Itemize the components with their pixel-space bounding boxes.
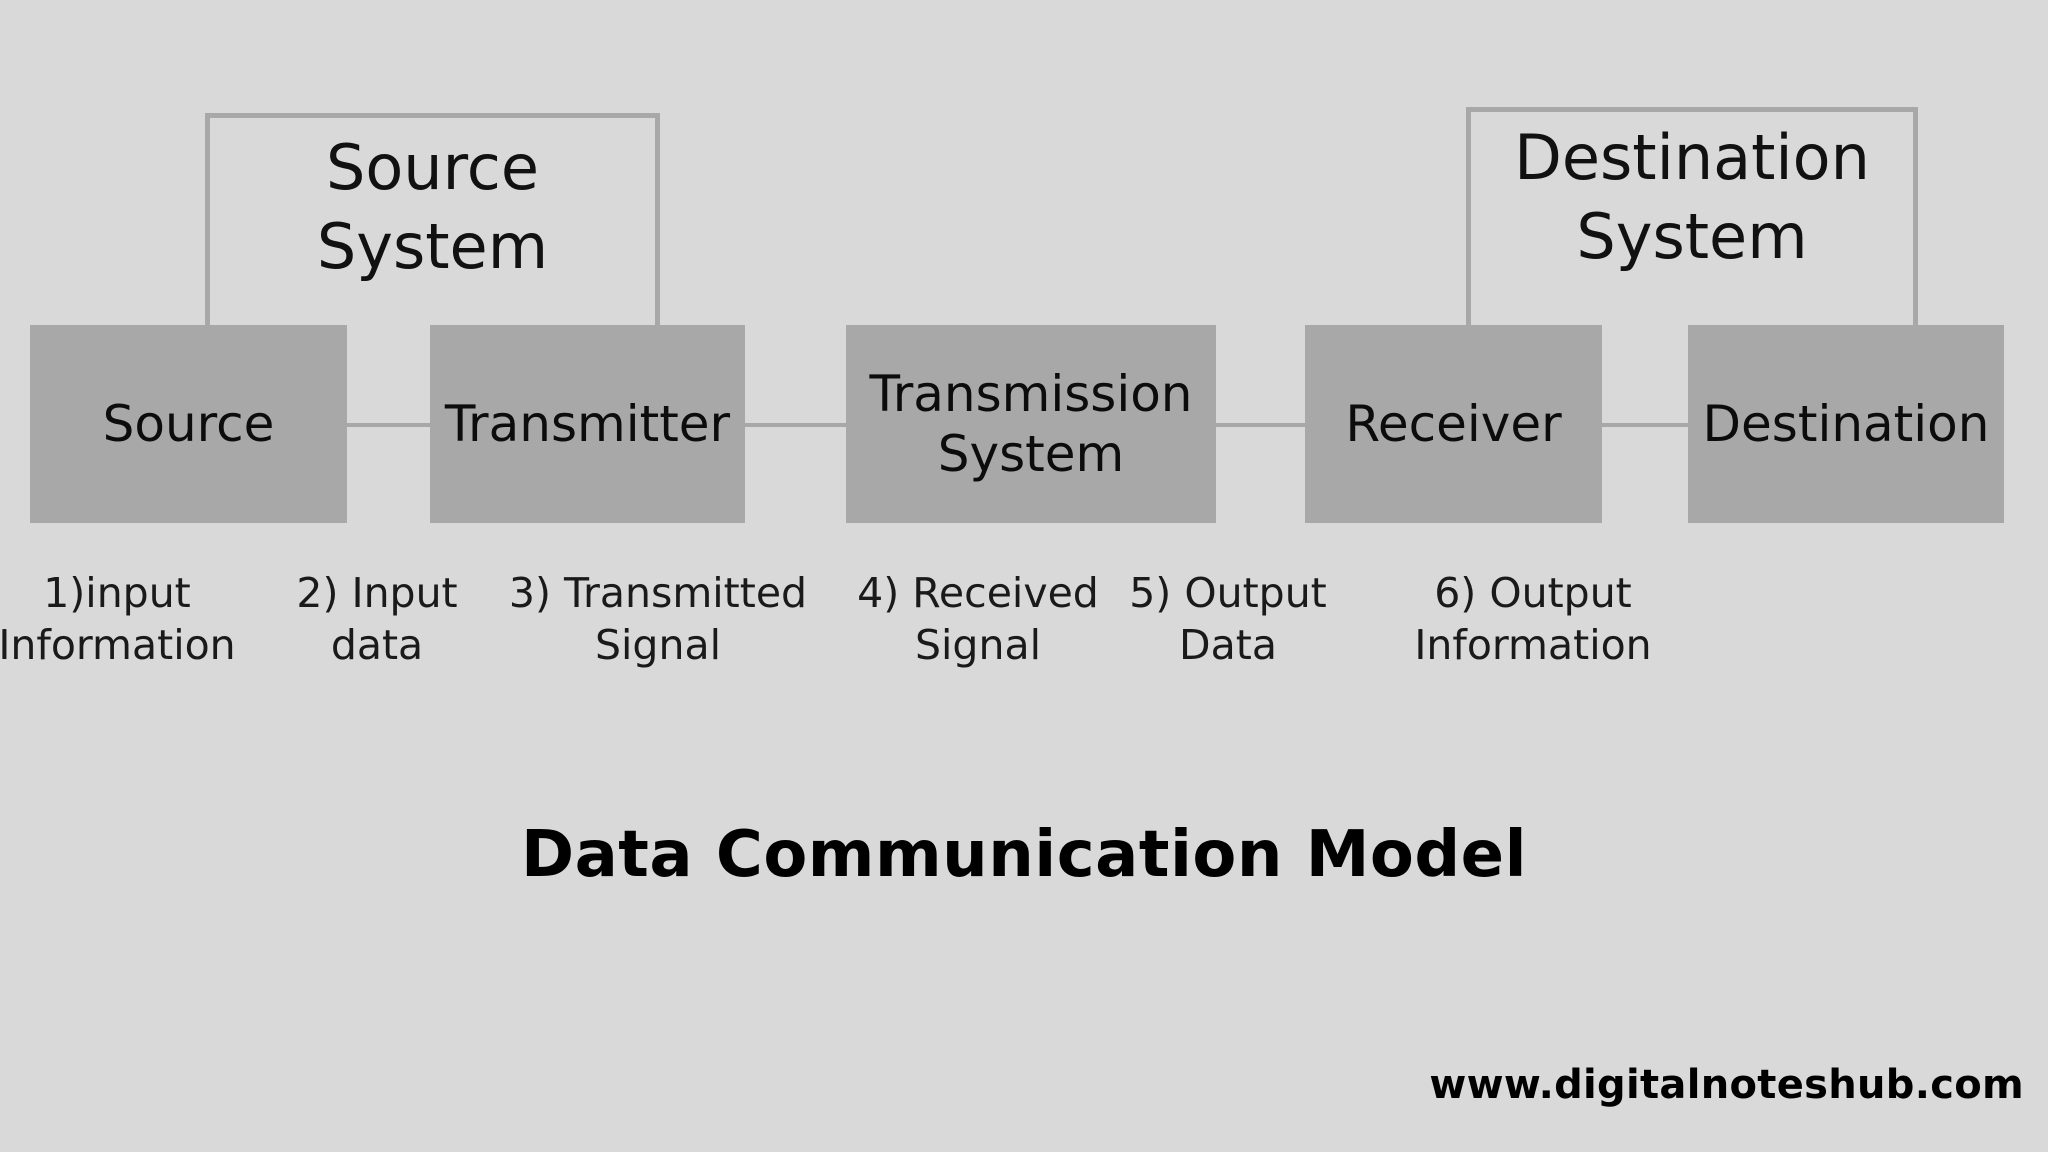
block-destination-label: Destination (1702, 395, 1990, 453)
step-label-1: 1)input Information (0, 569, 236, 669)
connector-receiver-destination (1600, 423, 1691, 427)
step-label-2: 2) Input data (296, 569, 458, 669)
block-receiver: Receiver (1305, 325, 1602, 523)
step-label-4: 4) Received Signal (857, 569, 1099, 669)
diagram-title: Data Communication Model (520, 818, 1528, 892)
group-source-system: Source System (205, 113, 660, 331)
group-destination-system-label: Destination System (1514, 121, 1870, 274)
block-transmission-system: Transmission System (846, 325, 1216, 523)
group-destination-system: Destination System (1466, 107, 1918, 331)
diagram-canvas: Source System Destination System Source … (0, 0, 2048, 1152)
group-source-system-label: Source System (316, 131, 549, 284)
step-label-5: 5) Output Data (1129, 569, 1327, 669)
block-receiver-label: Receiver (1345, 395, 1562, 453)
connector-source-transmitter (345, 423, 433, 427)
block-transmission-system-label: Transmission System (869, 365, 1193, 483)
block-destination: Destination (1688, 325, 2004, 523)
step-label-3: 3) Transmitted Signal (508, 569, 808, 669)
block-transmitter: Transmitter (430, 325, 745, 523)
footer-watermark-url: www.digitalnoteshub.com (1429, 1062, 2024, 1108)
block-transmitter-label: Transmitter (444, 395, 731, 453)
block-source: Source (30, 325, 347, 523)
connector-transmitter-transmission (743, 423, 849, 427)
block-source-label: Source (102, 395, 275, 453)
connector-transmission-receiver (1213, 423, 1308, 427)
step-label-6: 6) Output Information (1414, 569, 1652, 669)
